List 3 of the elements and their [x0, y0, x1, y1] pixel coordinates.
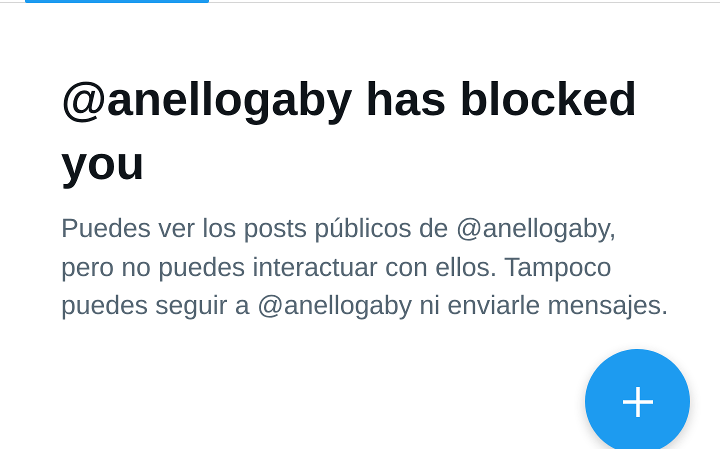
plus-icon	[620, 384, 654, 418]
blocked-title: @anellogaby has blocked you	[61, 71, 638, 191]
blocked-message: Puedes ver los posts públicos de @anellogaby, pero no puedes interactuar con ellos. Tampoco puedes seguir a @anellogaby ni enviarle mensajes.	[61, 212, 670, 322]
